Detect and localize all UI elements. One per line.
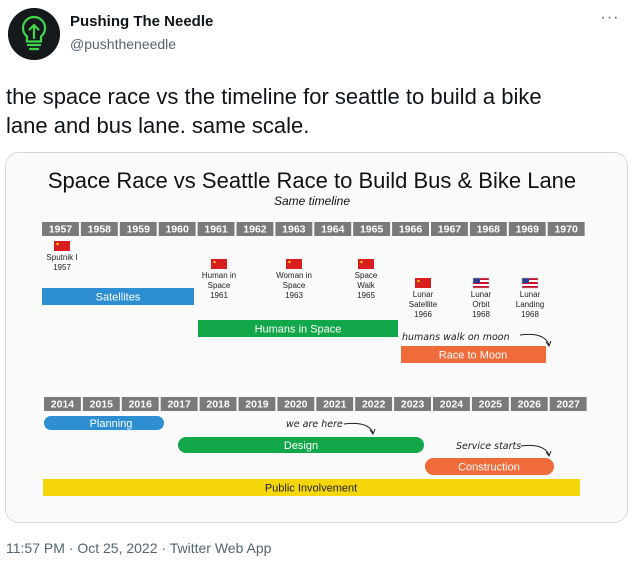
author-name[interactable]: Pushing The Needle [70,13,213,30]
meta-separator: · [68,540,74,556]
year-label: 2025 [479,399,503,411]
year-label: 2017 [167,399,191,411]
milestone-label: Space [355,271,378,280]
year-label: 1970 [554,224,578,236]
meta-separator: · [161,540,167,556]
year-label: 1963 [282,224,306,236]
milestone-label: Lunar [471,290,492,299]
year-label: 1964 [321,224,345,236]
milestone-label: Woman in [276,271,312,280]
bar-satellites-label: Satellites [96,292,141,304]
soviet-flag-icon [54,241,70,251]
us-flag-icon [521,277,539,289]
year-label: 1967 [438,224,462,236]
bar-race-to-moon-label: Race to Moon [439,350,507,362]
year-label: 1959 [127,224,151,236]
milestone-label: Landing [516,300,544,309]
milestone-label: 1957 [53,263,71,272]
year-label: 1961 [204,224,228,236]
soviet-flag-icon [211,259,227,269]
milestone-label: 1966 [414,310,432,319]
infographic: Space Race vs Seattle Race to Build Bus … [6,153,627,522]
milestone-label: Space [208,281,231,290]
year-label: 1957 [49,224,73,236]
year-label: 2014 [51,399,75,411]
milestone-label: Lunar [520,290,541,299]
milestone-label: 1965 [357,291,375,300]
year-label: 2018 [206,399,230,411]
infographic-title: Space Race vs Seattle Race to Build Bus … [48,168,576,193]
tweet-header: Pushing The Needle @pushtheneedle ··· [0,0,634,70]
milestone-label: Sputnik I [46,253,77,262]
year-label: 2016 [129,399,153,411]
bar-construction-label: Construction [458,462,520,474]
milestone-label: Satellite [409,300,438,309]
milestone-label: Lunar [413,290,434,299]
tweet-text: the space race vs the timeline for seatt… [6,82,628,140]
milestone-label: Orbit [472,300,490,309]
tweet-media-image[interactable]: Space Race vs Seattle Race to Build Bus … [5,152,628,523]
year-label: 2022 [362,399,386,411]
bar-humans-in-space-label: Humans in Space [255,324,342,336]
note-here: we are here [286,419,343,430]
milestone-label: Walk [357,281,375,290]
year-label: 2020 [284,399,308,411]
tweet-date[interactable]: Oct 25, 2022 [77,540,157,556]
milestone-label: 1961 [210,291,228,300]
soviet-flag-icon [415,278,431,288]
year-label: 2027 [556,399,580,411]
milestone-label: Human in [202,271,236,280]
year-label: 1958 [88,224,112,236]
author-handle[interactable]: @pushtheneedle [70,36,176,52]
note-service: Service starts [456,441,521,452]
year-label: 2023 [401,399,425,411]
milestone-label: 1968 [472,310,490,319]
year-label: 1962 [243,224,267,236]
year-label: 2024 [440,399,464,411]
lightbulb-arrow-icon [8,8,60,60]
year-label: 1968 [477,224,501,236]
note-moon: humans walk on moon [402,332,510,343]
tweet-meta: 11:57 PM · Oct 25, 2022 · Twitter Web Ap… [6,540,271,556]
year-label: 2015 [90,399,114,411]
tweet-source[interactable]: Twitter Web App [170,540,272,556]
year-label: 2021 [323,399,347,411]
milestone-label: 1963 [285,291,303,300]
bar-design-label: Design [284,440,318,452]
year-label: 1966 [399,224,423,236]
bar-public-involvement-label: Public Involvement [265,483,357,495]
milestone-label: 1968 [521,310,539,319]
tweet-text-line: lane and bus lane. same scale. [6,113,310,138]
year-label: 2019 [245,399,269,411]
milestone-label: Space [283,281,306,290]
infographic-subtitle: Same timeline [274,194,350,208]
avatar[interactable] [8,8,60,60]
more-dots-icon[interactable]: ··· [598,6,622,30]
year-label: 1969 [516,224,540,236]
year-label: 1965 [360,224,384,236]
bar-planning-label: Planning [90,418,133,430]
tweet-time[interactable]: 11:57 PM [6,540,65,556]
soviet-flag-icon [358,259,374,269]
us-flag-icon [472,277,490,289]
tweet-text-line: the space race vs the timeline for seatt… [6,84,542,109]
year-label: 2026 [518,399,542,411]
soviet-flag-icon [286,259,302,269]
year-label: 1960 [165,224,189,236]
